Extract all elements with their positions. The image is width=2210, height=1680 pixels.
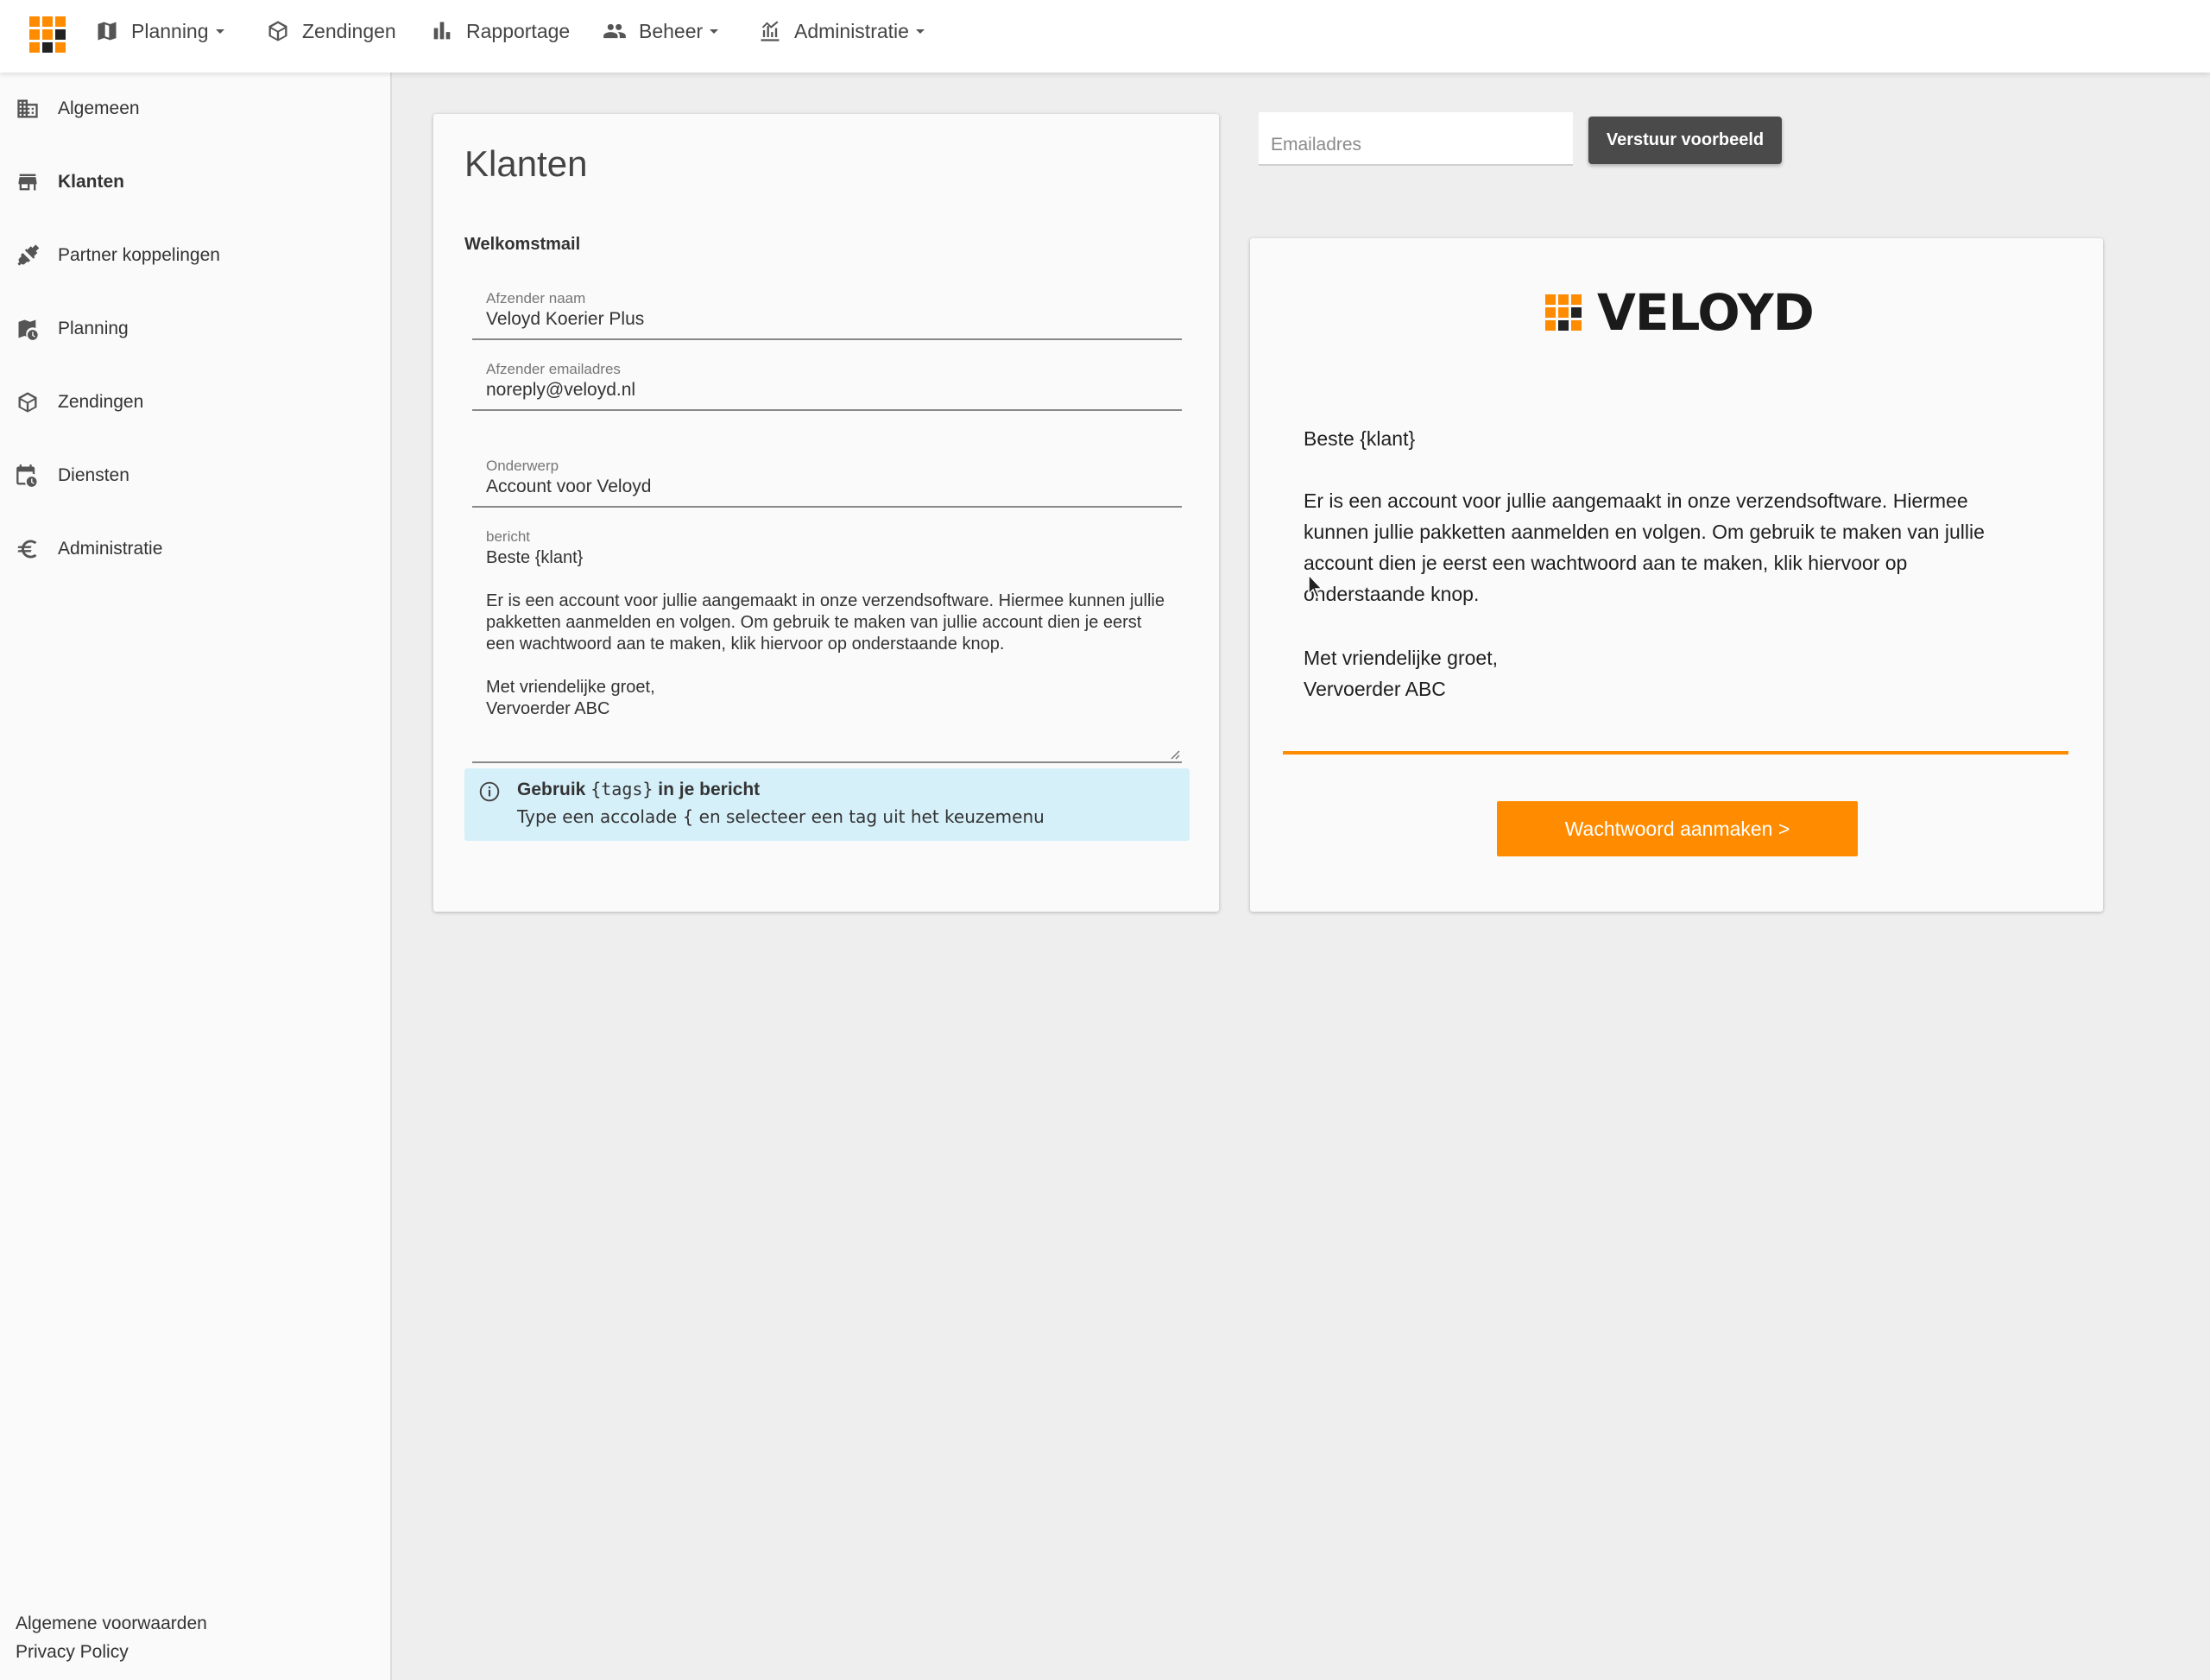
- preview-signature: Vervoerder ABC: [1304, 678, 1446, 700]
- sidebar: Algemeen Klanten Partner koppelingen Pla…: [0, 73, 392, 1680]
- map-icon: [98, 22, 117, 41]
- send-preview-button[interactable]: Verstuur voorbeeld: [1588, 117, 1782, 164]
- nav-administratie[interactable]: Administratie: [758, 0, 925, 62]
- euro-icon: [17, 540, 37, 559]
- preview-closing: Met vriendelijke groet,: [1304, 647, 1498, 669]
- info-prefix: Gebruik: [517, 780, 586, 799]
- box-icon: [18, 392, 37, 413]
- sidebar-item-label: Diensten: [58, 465, 129, 485]
- nav-rapportage[interactable]: Rapportage: [430, 0, 570, 62]
- welcome-mail-form-card: Klanten Welkomstmail Afzender naam Veloy…: [433, 114, 1219, 912]
- preview-body-line: account dien je eerst een wachtwoord aan…: [1304, 552, 1908, 574]
- brand-logo: VELOYD: [1545, 283, 1815, 342]
- tags-info-box: Gebruik {tags} in je bericht Type een ac…: [464, 768, 1190, 841]
- sidebar-item-label: Planning: [58, 319, 129, 338]
- nav-beheer-label: Beheer: [639, 19, 704, 42]
- sidebar-item-label: Algemeen: [58, 98, 140, 118]
- info-title: Gebruik {tags} in je bericht: [517, 779, 760, 800]
- bar-chart-icon: [433, 22, 451, 40]
- sender-email-field[interactable]: Afzender emailadres noreply@veloyd.nl: [472, 354, 1182, 411]
- sender-email-label: Afzender emailadres: [486, 361, 621, 377]
- sidebar-item-zendingen[interactable]: Zendingen: [0, 366, 390, 439]
- brand-grid-logo-icon: [1545, 294, 1582, 331]
- message-textarea[interactable]: bericht Beste {klant} Er is een account …: [472, 521, 1182, 763]
- info-icon: [479, 781, 500, 802]
- box-icon: [268, 21, 287, 41]
- sidebar-item-administratie[interactable]: Administratie: [0, 513, 390, 585]
- map-clock-icon: [18, 319, 38, 340]
- email-preview-card: VELOYD Beste {klant} Er is een account v…: [1250, 238, 2103, 912]
- preview-body-line: kunnen jullie pakketten aanmelden en vol…: [1304, 521, 1985, 543]
- sidebar-item-klanten[interactable]: Klanten: [0, 146, 390, 218]
- subject-field[interactable]: Onderwerp Account voor Veloyd: [472, 451, 1182, 508]
- nav-administratie-label: Administratie: [794, 19, 909, 42]
- nav-planning-label: Planning: [131, 19, 209, 42]
- info-hint: Type een accolade { en selecteer een tag…: [517, 806, 1045, 827]
- finance-chart-icon: [761, 21, 780, 41]
- info-suffix: in je bericht: [658, 780, 761, 799]
- create-password-button[interactable]: Wachtwoord aanmaken >: [1497, 801, 1858, 856]
- sender-name-field[interactable]: Afzender naam Veloyd Koerier Plus: [472, 283, 1182, 340]
- sidebar-item-label: Zendingen: [58, 392, 144, 412]
- section-title: Welkomstmail: [464, 235, 581, 254]
- message-body: Beste {klant} Er is een account voor jul…: [486, 548, 1165, 718]
- nav-beheer[interactable]: Beheer: [603, 0, 719, 62]
- message-label: bericht: [486, 528, 531, 545]
- subject-label: Onderwerp: [486, 458, 559, 474]
- top-navigation-bar: Planning Zendingen Rapportage Beheer Adm…: [0, 0, 2210, 73]
- preview-email-input[interactable]: [1259, 112, 1573, 166]
- nav-zendingen-label: Zendingen: [302, 19, 396, 42]
- chevron-down-icon: [215, 28, 224, 34]
- nav-rapportage-label: Rapportage: [466, 19, 571, 42]
- nav-zendingen[interactable]: Zendingen: [266, 0, 396, 62]
- preview-greeting: Beste {klant}: [1304, 427, 1416, 450]
- page-title: Klanten: [464, 143, 588, 184]
- resize-handle-icon[interactable]: [1168, 748, 1180, 760]
- nav-planning[interactable]: Planning: [95, 0, 224, 62]
- sidebar-item-planning[interactable]: Planning: [0, 293, 390, 365]
- privacy-policy-link[interactable]: Privacy Policy: [16, 1642, 129, 1663]
- plug-icon: [17, 244, 40, 266]
- chevron-down-icon: [915, 28, 925, 34]
- chevron-down-icon: [710, 28, 719, 34]
- preview-body-line: Er is een account voor jullie aangemaakt…: [1304, 489, 1968, 512]
- calendar-clock-icon: [16, 464, 37, 487]
- brand-name: VELOYD: [1597, 283, 1815, 342]
- app-grid-logo-icon[interactable]: [29, 16, 66, 53]
- subject-value: Account voor Veloyd: [486, 477, 652, 496]
- terms-link[interactable]: Algemene voorwaarden: [16, 1614, 207, 1634]
- preview-body-line: onderstaande knop.: [1304, 583, 1480, 605]
- sidebar-item-diensten[interactable]: Diensten: [0, 439, 390, 512]
- people-icon: [603, 23, 626, 39]
- building-icon: [17, 99, 38, 118]
- sidebar-item-label: Administratie: [58, 539, 163, 559]
- sidebar-item-label: Partner koppelingen: [58, 245, 220, 265]
- sender-email-value: noreply@veloyd.nl: [486, 380, 636, 400]
- store-icon: [18, 174, 37, 191]
- sidebar-item-label: Klanten: [58, 172, 125, 192]
- info-tag: {tags}: [590, 779, 654, 799]
- sender-name-value: Veloyd Koerier Plus: [486, 309, 645, 329]
- sidebar-item-partner-koppelingen[interactable]: Partner koppelingen: [0, 219, 390, 292]
- sidebar-item-algemeen[interactable]: Algemeen: [0, 73, 390, 145]
- divider: [1283, 751, 2068, 755]
- sender-name-label: Afzender naam: [486, 290, 586, 306]
- mouse-cursor-icon: [1308, 573, 1323, 599]
